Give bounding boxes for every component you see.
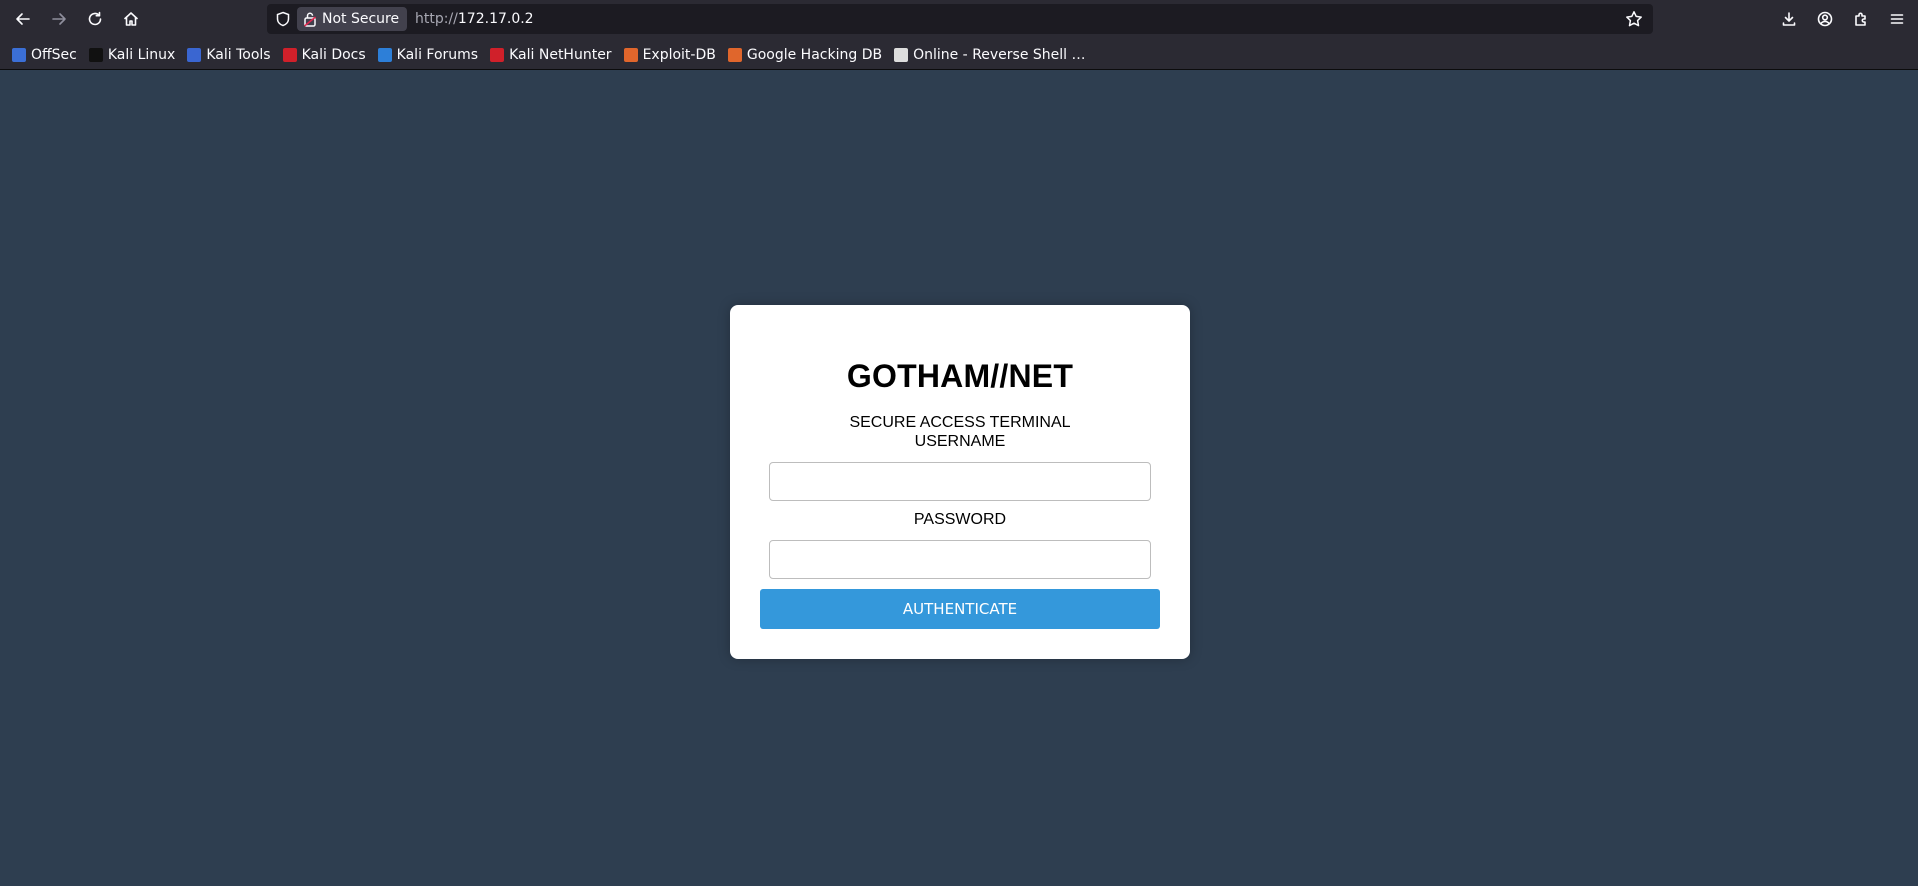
url-host: 172.17.0.2 — [457, 11, 534, 27]
arrow-right-icon — [52, 13, 66, 25]
bookmark-item[interactable]: Kali Linux — [87, 43, 181, 67]
password-input[interactable] — [769, 540, 1151, 579]
menu-button[interactable] — [1883, 5, 1911, 33]
bookmark-item[interactable]: Kali Tools — [185, 43, 276, 67]
bookmark-item[interactable]: Kali NetHunter — [488, 43, 617, 67]
kali-dragon-icon — [88, 48, 103, 62]
arrow-left-icon — [16, 13, 30, 25]
bookmark-label: Google Hacking DB — [746, 47, 883, 63]
bookmark-item[interactable]: Online - Reverse Shell … — [892, 43, 1091, 67]
browser-toolbar: Not Secure http://172.17.0.2 — [0, 0, 1918, 38]
puzzle-icon — [1855, 12, 1866, 26]
download-icon — [1782, 12, 1796, 26]
bookmark-item[interactable]: Google Hacking DB — [726, 43, 888, 67]
bookmark-label: Kali Docs — [301, 47, 366, 63]
password-label: PASSWORD — [913, 511, 1007, 528]
login-card: GOTHAM//NET SECURE ACCESS TERMINAL USERN… — [730, 305, 1190, 659]
url-bar[interactable]: Not Secure http://172.17.0.2 — [267, 4, 1653, 34]
site-title: GOTHAM//NET — [846, 358, 1074, 394]
bookmark-item[interactable]: Kali Docs — [281, 43, 372, 67]
bookmarks-toolbar: OffSec Kali Linux Kali Tools Kali Docs Kali … — [0, 42, 1918, 68]
username-label: USERNAME — [914, 433, 1006, 450]
url-text[interactable]: http://172.17.0.2 — [415, 11, 534, 27]
kali-tools-icon — [187, 48, 202, 62]
bookmark-item[interactable]: Kali Forums — [376, 43, 484, 67]
site-security-button[interactable]: Not Secure — [297, 7, 408, 31]
bookmark-label: Exploit-DB — [642, 47, 716, 63]
home-icon — [124, 12, 138, 26]
bookmark-star-button[interactable] — [1625, 10, 1643, 28]
kali-forums-icon — [377, 48, 392, 62]
bookmark-label: Online - Reverse Shell … — [913, 47, 1086, 63]
bookmark-label: OffSec — [31, 47, 77, 63]
account-icon — [1817, 11, 1833, 27]
tracking-protection-button[interactable] — [275, 11, 291, 27]
reload-icon — [88, 11, 102, 26]
subtitle: SECURE ACCESS TERMINAL — [849, 414, 1071, 431]
downloads-button[interactable] — [1775, 5, 1803, 33]
not-secure-label: Not Secure — [322, 11, 400, 27]
bookmark-item[interactable]: Exploit-DB — [622, 43, 722, 67]
bookmark-label: Kali NetHunter — [509, 47, 612, 63]
bookmark-label: Kali Tools — [206, 47, 271, 63]
bookmark-label: Kali Linux — [107, 47, 176, 63]
star-icon — [1626, 11, 1642, 27]
hamburger-menu-icon — [1890, 14, 1904, 24]
username-input[interactable] — [769, 462, 1151, 501]
reload-button[interactable] — [81, 5, 109, 33]
home-button[interactable] — [117, 5, 145, 33]
shield-icon — [276, 11, 290, 27]
account-button[interactable] — [1811, 5, 1839, 33]
skull-icon — [894, 48, 909, 62]
bookmark-item[interactable]: OffSec — [10, 43, 83, 67]
ghdb-icon — [727, 48, 742, 62]
browser-chrome: Not Secure http://172.17.0.2 OffSec Kali … — [0, 0, 1918, 70]
authenticate-button[interactable]: AUTHENTICATE — [760, 589, 1160, 629]
offsec-icon — [12, 48, 26, 62]
extensions-button[interactable] — [1847, 5, 1875, 33]
forward-button[interactable] — [45, 5, 73, 33]
back-button[interactable] — [9, 5, 37, 33]
url-protocol: http:// — [415, 11, 458, 27]
broken-lock-icon — [303, 11, 317, 27]
exploit-db-icon — [623, 48, 638, 62]
kali-nethunter-icon — [490, 48, 505, 62]
bookmark-label: Kali Forums — [396, 47, 479, 63]
kali-docs-icon — [282, 48, 297, 62]
